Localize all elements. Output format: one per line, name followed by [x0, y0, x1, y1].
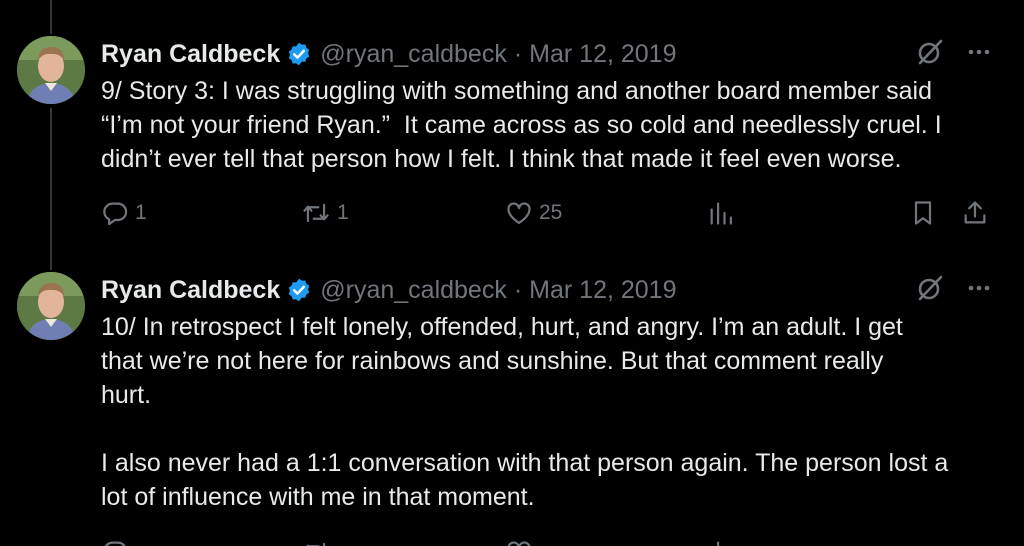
tweet[interactable]: Ryan Caldbeck @ryan_caldbeck · Mar 12, 2…: [0, 36, 1024, 236]
share-button[interactable]: [961, 199, 989, 227]
tweet-text: 10/ In retrospect I felt lonely, offende…: [101, 313, 949, 511]
author-handle[interactable]: @ryan_caldbeck: [320, 40, 507, 69]
like-count: 25: [539, 201, 563, 224]
verified-badge-icon: [286, 41, 312, 67]
separator-dot: ·: [513, 275, 523, 304]
tweet-date[interactable]: Mar 12, 2019: [529, 40, 676, 69]
like-button[interactable]: [505, 538, 533, 546]
grok-icon[interactable]: [916, 274, 944, 307]
repost-button[interactable]: 1: [301, 199, 349, 227]
views-button[interactable]: [707, 199, 735, 227]
reply-count: 1: [135, 201, 147, 224]
avatar[interactable]: [17, 272, 85, 340]
bookmark-icon: [909, 199, 937, 227]
views-icon: [707, 199, 735, 227]
thread-line-top: [50, 0, 52, 34]
author-name[interactable]: Ryan Caldbeck: [101, 276, 280, 305]
repost-icon: [301, 538, 331, 546]
views-button[interactable]: [707, 538, 735, 546]
reply-button[interactable]: 1: [101, 199, 147, 227]
views-icon: [707, 538, 735, 546]
reply-button[interactable]: [101, 538, 129, 546]
tweet-date[interactable]: Mar 12, 2019: [529, 276, 676, 305]
tweet[interactable]: Ryan Caldbeck @ryan_caldbeck · Mar 12, 2…: [0, 272, 1024, 546]
tweet-header: Ryan Caldbeck @ryan_caldbeck · Mar 12, 2…: [101, 272, 677, 308]
avatar[interactable]: [17, 36, 85, 104]
repost-button[interactable]: [301, 538, 331, 546]
reply-icon: [101, 538, 129, 546]
like-button[interactable]: 25: [505, 199, 562, 227]
separator-dot: ·: [513, 39, 523, 68]
tweet-actions: [101, 538, 1001, 546]
like-icon: [505, 538, 533, 546]
reply-icon: [101, 199, 129, 227]
repost-count: 1: [337, 201, 349, 224]
share-icon: [961, 199, 989, 227]
tweet-text: 9/ Story 3: I was struggling with someth…: [101, 77, 942, 173]
grok-icon[interactable]: [916, 38, 944, 71]
author-name[interactable]: Ryan Caldbeck: [101, 40, 280, 69]
verified-badge-icon: [286, 277, 312, 303]
like-icon: [505, 199, 533, 227]
bookmark-button[interactable]: [909, 199, 937, 227]
more-icon[interactable]: [966, 39, 992, 70]
tweet-top-icons: [916, 274, 992, 307]
tweet-header: Ryan Caldbeck @ryan_caldbeck · Mar 12, 2…: [101, 36, 677, 72]
tweet-top-icons: [916, 38, 992, 71]
repost-icon: [301, 199, 331, 227]
tweet-actions: 1 1 25: [101, 199, 1001, 235]
more-icon[interactable]: [966, 275, 992, 306]
author-handle[interactable]: @ryan_caldbeck: [320, 276, 507, 305]
